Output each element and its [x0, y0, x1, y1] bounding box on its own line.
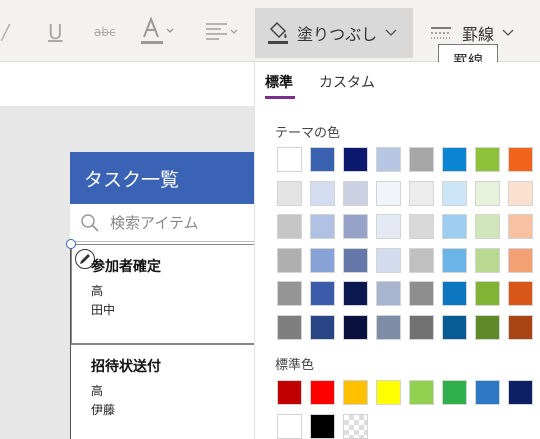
color-swatch[interactable] — [310, 380, 335, 405]
border-label: 罫線 — [462, 25, 495, 44]
standard-colors-label: 標準色 — [275, 358, 315, 373]
font-color-icon — [141, 17, 174, 44]
color-swatch[interactable] — [343, 281, 368, 306]
color-swatch[interactable] — [409, 180, 434, 206]
color-swatch[interactable] — [310, 314, 335, 340]
color-picker-panel: 標準 カスタム テーマの色 標準色 — [254, 62, 540, 439]
color-swatch[interactable] — [376, 180, 401, 206]
search-input[interactable]: 検索アイテム — [70, 204, 254, 242]
search-placeholder: 検索アイテム — [110, 214, 199, 232]
color-swatch[interactable] — [409, 214, 434, 239]
active-tab-indicator — [265, 96, 295, 99]
color-swatch[interactable] — [475, 380, 500, 405]
list-item[interactable]: 招待状送付 高 伊藤 — [91, 356, 161, 418]
color-swatch[interactable] — [277, 214, 302, 239]
paint-bucket-icon — [268, 21, 288, 44]
formula-bar[interactable] — [0, 62, 254, 107]
task-gallery[interactable]: 参加者確定 高 田中 招待状送付 高 伊藤 — [66, 239, 255, 439]
task-title: 参加者確定 — [91, 259, 161, 275]
color-swatch[interactable] — [442, 314, 467, 340]
color-swatch[interactable] — [508, 180, 533, 206]
fill-button[interactable]: 塗りつぶし — [255, 8, 413, 58]
color-swatch[interactable] — [508, 214, 533, 239]
list-item[interactable]: 参加者確定 高 田中 — [91, 256, 161, 318]
color-swatch[interactable] — [508, 314, 533, 340]
task-owner: 田中 — [91, 303, 116, 317]
color-swatch[interactable] — [508, 147, 533, 172]
slash-icon: / — [2, 20, 9, 44]
color-swatch[interactable] — [409, 281, 434, 306]
align-button[interactable] — [205, 10, 241, 54]
color-swatch[interactable] — [277, 147, 302, 172]
color-swatch[interactable] — [277, 380, 302, 405]
color-swatch[interactable] — [343, 247, 368, 273]
color-swatch[interactable] — [310, 414, 335, 439]
app-screen: タスク一覧 検索アイテム 参加者確定 高 田中 招待状送付 高 伊藤 — [66, 152, 255, 439]
color-swatch[interactable] — [475, 247, 500, 273]
color-swatch[interactable] — [442, 214, 467, 239]
color-swatch[interactable] — [343, 414, 368, 439]
task-priority: 高 — [91, 284, 104, 298]
color-swatch[interactable] — [409, 147, 434, 172]
resize-handle[interactable] — [66, 239, 76, 249]
color-swatch[interactable] — [409, 314, 434, 340]
color-swatch[interactable] — [475, 147, 500, 172]
chevron-down-icon — [385, 29, 397, 36]
strikethrough-button[interactable]: abc — [94, 10, 116, 54]
color-swatch[interactable] — [376, 281, 401, 306]
tab-custom[interactable]: カスタム — [319, 70, 375, 100]
color-swatch[interactable] — [277, 314, 302, 340]
color-swatch[interactable] — [508, 281, 533, 306]
color-swatch[interactable] — [310, 281, 335, 306]
divider — [71, 344, 255, 345]
color-swatch[interactable] — [442, 147, 467, 172]
border-icon — [431, 27, 451, 39]
chevron-down-icon — [502, 29, 514, 36]
app-title-bar: タスク一覧 — [70, 152, 254, 204]
color-swatch[interactable] — [277, 281, 302, 306]
fill-label: 塗りつぶし — [297, 25, 378, 44]
color-swatch[interactable] — [310, 147, 335, 172]
color-swatch[interactable] — [343, 180, 368, 206]
color-swatch[interactable] — [376, 380, 401, 405]
underline-button[interactable]: U — [48, 10, 63, 54]
color-swatch[interactable] — [277, 180, 302, 206]
search-icon — [81, 213, 99, 232]
align-left-icon — [206, 23, 238, 40]
task-title: 招待状送付 — [91, 359, 161, 375]
color-swatch[interactable] — [376, 314, 401, 340]
color-swatch[interactable] — [277, 414, 302, 439]
color-swatch[interactable] — [277, 247, 302, 273]
color-swatch[interactable] — [508, 247, 533, 273]
color-swatch[interactable] — [343, 380, 368, 405]
color-swatch[interactable] — [310, 247, 335, 273]
color-swatch[interactable] — [442, 247, 467, 273]
color-swatch[interactable] — [343, 147, 368, 172]
color-swatch[interactable] — [508, 380, 533, 405]
color-swatch[interactable] — [343, 214, 368, 239]
color-swatch[interactable] — [310, 214, 335, 239]
app-title: タスク一覧 — [84, 168, 180, 191]
color-swatch[interactable] — [475, 314, 500, 340]
font-color-button[interactable] — [140, 10, 176, 54]
color-swatch[interactable] — [475, 180, 500, 206]
underline-icon: U — [48, 20, 63, 44]
color-swatch[interactable] — [442, 380, 467, 405]
color-swatch[interactable] — [343, 314, 368, 340]
strikethrough-icon: abc — [94, 25, 116, 39]
color-swatch[interactable] — [376, 147, 401, 172]
color-swatch[interactable] — [409, 380, 434, 405]
color-swatch[interactable] — [475, 214, 500, 239]
color-swatch[interactable] — [376, 214, 401, 239]
color-swatch[interactable] — [475, 281, 500, 306]
color-swatch[interactable] — [442, 180, 467, 206]
color-swatch[interactable] — [310, 180, 335, 206]
color-swatch[interactable] — [409, 247, 434, 273]
color-swatch[interactable] — [376, 247, 401, 273]
color-swatch[interactable] — [442, 281, 467, 306]
theme-colors-label: テーマの色 — [275, 126, 341, 141]
task-priority: 高 — [91, 384, 104, 398]
task-owner: 伊藤 — [91, 403, 116, 417]
